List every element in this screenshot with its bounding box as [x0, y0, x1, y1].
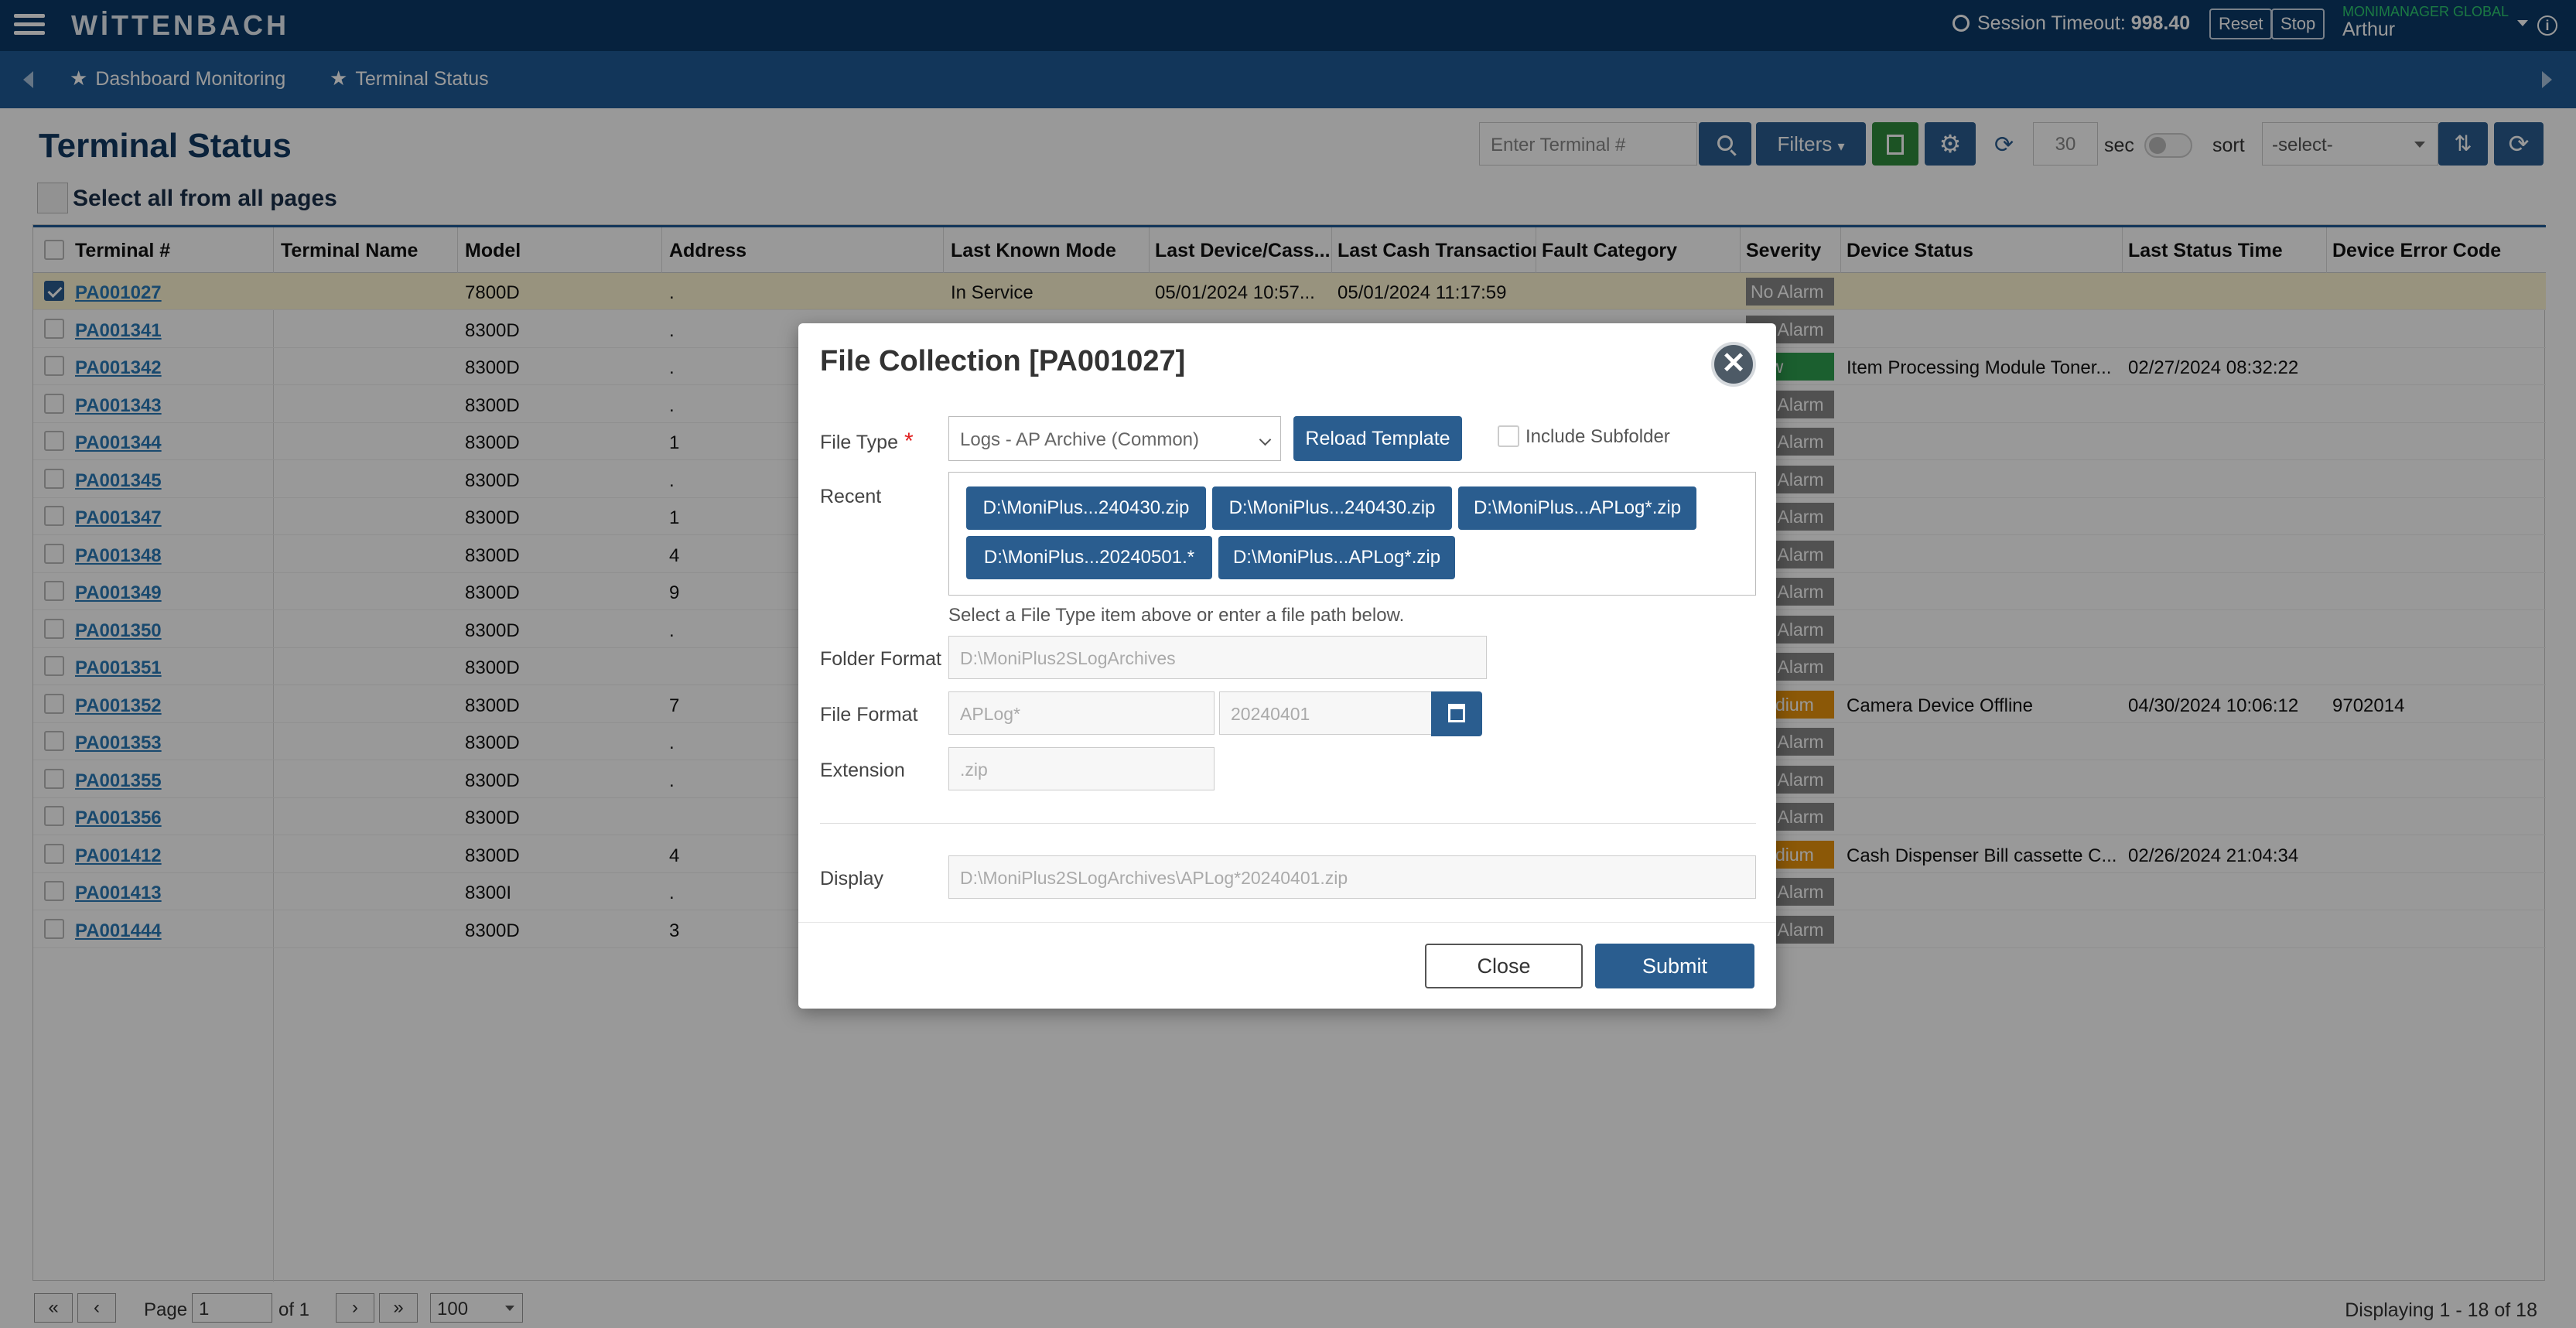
recent-path-chip[interactable]: D:\MoniPlus...APLog*.zip	[1458, 486, 1696, 530]
recent-path-chip[interactable]: D:\MoniPlus...240430.zip	[966, 486, 1206, 530]
recent-path-chip[interactable]: D:\MoniPlus...APLog*.zip	[1218, 536, 1455, 579]
divider	[820, 823, 1756, 824]
extension-input[interactable]: .zip	[948, 747, 1215, 790]
date-input[interactable]: 20240401	[1219, 691, 1433, 735]
calendar-icon	[1448, 704, 1465, 722]
file-format-label: File Format	[820, 704, 918, 725]
include-subfolder-label: Include Subfolder	[1525, 426, 1670, 447]
display-path-field: D:\MoniPlus2SLogArchives\APLog*20240401.…	[948, 855, 1756, 899]
file-collection-dialog: File Collection [PA001027] ✕ File Type * …	[798, 323, 1776, 1009]
file-type-select[interactable]: Logs - AP Archive (Common)	[948, 416, 1281, 461]
recent-path-chip[interactable]: D:\MoniPlus...240430.zip	[1212, 486, 1452, 530]
required-marker: *	[904, 428, 914, 454]
recent-paths: D:\MoniPlus...240430.zip D:\MoniPlus...2…	[948, 472, 1756, 596]
close-button[interactable]: Close	[1425, 944, 1583, 988]
reload-template-button[interactable]: Reload Template	[1293, 416, 1462, 461]
folder-format-input[interactable]: D:\MoniPlus2SLogArchives	[948, 636, 1487, 679]
calendar-button[interactable]	[1431, 691, 1482, 736]
dialog-title: File Collection [PA001027]	[820, 345, 1186, 377]
close-icon[interactable]: ✕	[1711, 342, 1756, 387]
include-subfolder-checkbox[interactable]: Include Subfolder	[1498, 425, 1670, 448]
extension-label: Extension	[820, 760, 905, 781]
folder-format-label: Folder Format	[820, 648, 941, 670]
recent-label: Recent	[820, 486, 882, 507]
file-type-label: File Type *	[820, 428, 914, 455]
file-type-hint: Select a File Type item above or enter a…	[948, 605, 1405, 626]
file-type-label-text: File Type	[820, 432, 898, 453]
submit-button[interactable]: Submit	[1595, 944, 1754, 988]
recent-path-chip[interactable]: D:\MoniPlus...20240501.*	[966, 536, 1212, 579]
dialog-footer-divider	[798, 922, 1776, 923]
display-label: Display	[820, 868, 883, 889]
file-format-input[interactable]: APLog*	[948, 691, 1215, 735]
checkbox-box[interactable]	[1498, 425, 1519, 447]
